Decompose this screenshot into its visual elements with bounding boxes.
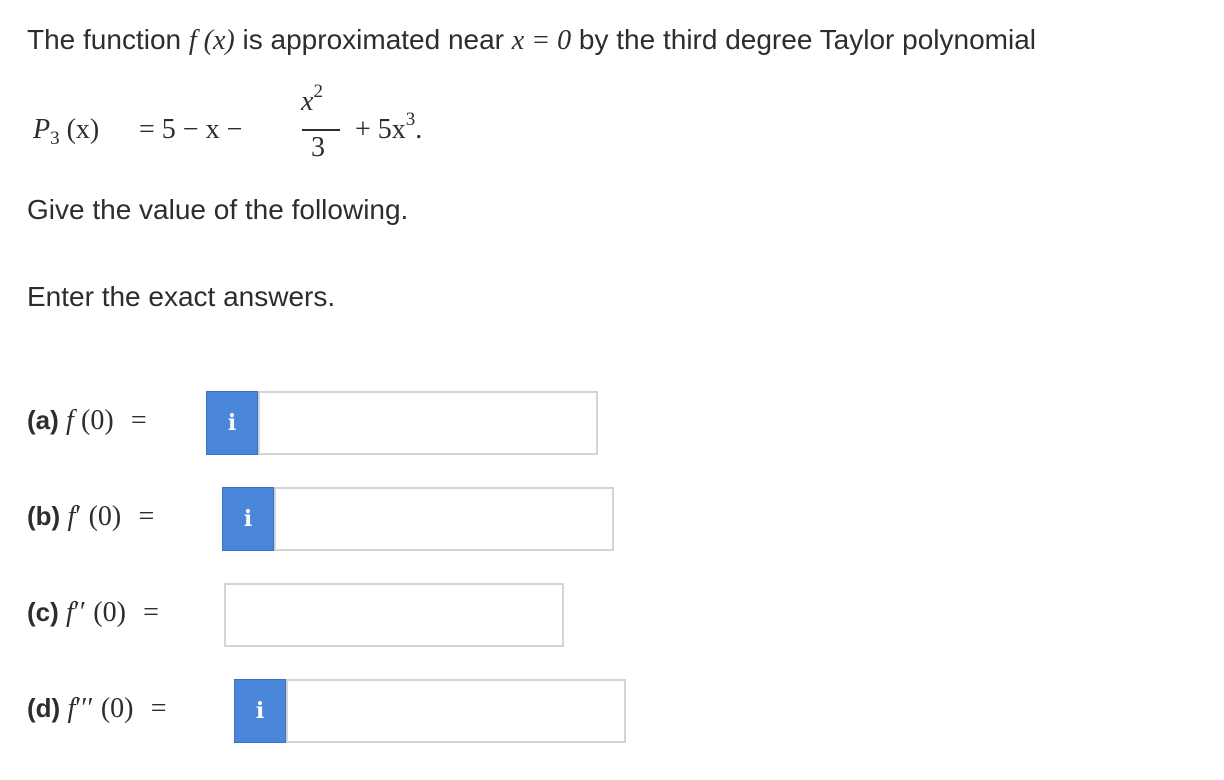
intro-text-before: The function <box>27 24 182 55</box>
intro-text-after: by the third degree Taylor polynomial <box>578 24 1036 55</box>
prime-marks: ′′ <box>73 597 87 628</box>
function-argument: (0) <box>88 501 122 532</box>
fraction-denominator: 3 <box>311 132 325 163</box>
function-symbol: f <box>66 597 74 628</box>
answer-input-b[interactable] <box>274 487 614 551</box>
equals-sign: = <box>150 693 167 724</box>
fraction-bar <box>302 129 340 131</box>
question-a-label: (a) f (0) = <box>27 405 147 437</box>
question-letter: (b) <box>27 501 61 531</box>
function-argument: (0) <box>100 693 134 724</box>
question-c-label: (c) f′′ (0) = <box>27 597 159 629</box>
exact-answers-text: Enter the exact answers. <box>27 281 336 312</box>
intro-text-mid: is approximated near <box>242 24 505 55</box>
info-button-d[interactable]: i <box>234 679 286 743</box>
question-letter: (a) <box>27 405 59 435</box>
prime-marks: ′′′ <box>75 693 94 724</box>
answer-input-d[interactable] <box>286 679 626 743</box>
question-d-label: (d) f′′′ (0) = <box>27 693 167 725</box>
frac-num-exponent: 2 <box>313 81 323 102</box>
function-argument: (0) <box>81 405 114 436</box>
function-fx: f (x) <box>188 25 235 56</box>
prime-marks: ′ <box>75 501 82 532</box>
answer-input-a[interactable] <box>258 391 598 455</box>
function-symbol: f <box>66 405 74 436</box>
poly-rhs-end: + 5x3. <box>355 110 423 146</box>
question-letter: (c) <box>27 597 59 627</box>
answer-input-c[interactable] <box>224 583 564 647</box>
function-argument: (0) <box>93 597 126 628</box>
question-letter: (d) <box>27 693 61 723</box>
problem-statement: The function f (x) is approximated near … <box>27 24 1036 57</box>
x-equals-zero: x = 0 <box>511 25 572 56</box>
equals-sign: = <box>143 597 159 628</box>
fraction-numerator: x2 <box>301 82 323 118</box>
poly-cubic-exponent: 3 <box>405 109 416 130</box>
give-value-text: Give the value of the following. <box>27 194 409 225</box>
info-button-a[interactable]: i <box>206 391 258 455</box>
poly-arg: (x) <box>66 114 100 145</box>
poly-lhs: P3 (x) <box>33 114 100 149</box>
info-button-b[interactable]: i <box>222 487 274 551</box>
poly-P: P <box>33 114 51 145</box>
poly-subscript: 3 <box>50 128 60 149</box>
equals-sign: = <box>130 405 147 436</box>
frac-num-base: x <box>301 86 314 117</box>
question-b-label: (b) f′ (0) = <box>27 501 154 533</box>
equals-sign: = <box>138 501 155 532</box>
poly-rhs-start: = 5 − x − <box>139 114 243 145</box>
poly-period: . <box>415 114 423 145</box>
poly-plus-term: + 5x <box>355 114 406 145</box>
